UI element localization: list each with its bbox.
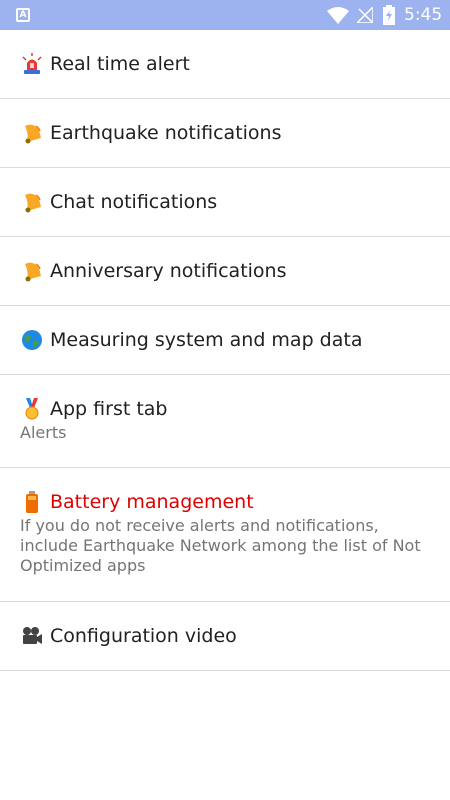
wifi-icon	[327, 7, 349, 24]
setting-chat-notifications[interactable]: Chat notifications	[0, 168, 450, 237]
setting-title: Configuration video	[50, 625, 237, 647]
setting-battery-management[interactable]: Battery management If you do not receive…	[0, 468, 450, 602]
battery-charging-icon	[383, 5, 395, 25]
medal-icon	[20, 397, 44, 421]
setting-title: Battery management	[50, 491, 254, 513]
settings-list: Real time alert Earthquake notifications	[0, 30, 450, 671]
setting-configuration-video[interactable]: Configuration video	[0, 602, 450, 671]
setting-summary: Alerts	[20, 423, 67, 442]
video-camera-icon	[20, 624, 44, 648]
setting-title: Earthquake notifications	[50, 122, 282, 144]
setting-title: Measuring system and map data	[50, 329, 363, 351]
setting-title: Chat notifications	[50, 191, 218, 213]
globe-icon	[20, 328, 44, 352]
status-bar: A 5:45	[0, 0, 450, 30]
siren-icon	[20, 52, 44, 76]
battery-icon	[20, 490, 44, 514]
setting-summary: If you do not receive alerts and notific…	[20, 516, 421, 575]
setting-app-first-tab[interactable]: App first tab Alerts	[0, 375, 450, 468]
no-signal-icon	[357, 7, 373, 23]
setting-title: App first tab	[50, 398, 168, 420]
app-notification-icon: A	[16, 8, 30, 22]
setting-title: Anniversary notifications	[50, 260, 287, 282]
setting-earthquake-notifications[interactable]: Earthquake notifications	[0, 99, 450, 168]
bell-icon	[20, 190, 44, 214]
setting-anniversary-notifications[interactable]: Anniversary notifications	[0, 237, 450, 306]
bell-icon	[20, 121, 44, 145]
setting-real-time-alert[interactable]: Real time alert	[0, 30, 450, 99]
setting-measuring-system[interactable]: Measuring system and map data	[0, 306, 450, 375]
clock: 5:45	[404, 5, 443, 25]
setting-title: Real time alert	[50, 53, 190, 75]
bell-icon	[20, 259, 44, 283]
